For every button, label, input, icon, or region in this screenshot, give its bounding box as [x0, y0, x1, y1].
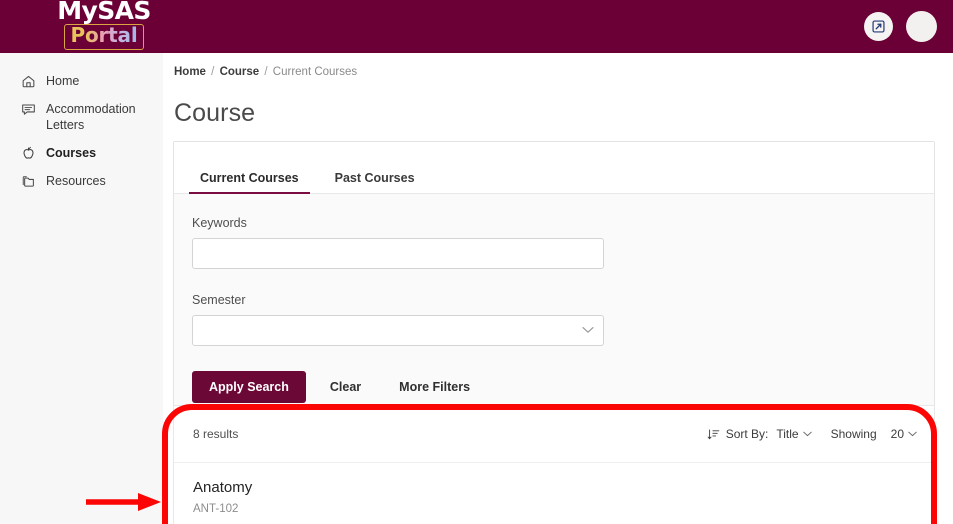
list-item[interactable]: Anatomy ANT-102 — [174, 463, 934, 515]
logo-portal-box: Portal — [63, 23, 145, 50]
results-count: 8 results — [193, 427, 239, 441]
folder-icon — [22, 176, 34, 187]
main-content: Home / Course / Current Courses Course C… — [163, 53, 953, 524]
tab-current-courses[interactable]: Current Courses — [189, 171, 310, 194]
sidebar-nav: Home Accommodation Letters Courses Resou… — [0, 53, 163, 524]
letter-icon — [22, 104, 35, 115]
sidebar-item-resources[interactable]: Resources — [0, 167, 163, 195]
course-code: ANT-102 — [193, 503, 239, 515]
breadcrumb-separator: / — [211, 66, 215, 78]
clear-button[interactable]: Clear — [316, 371, 375, 403]
sort-descending-icon[interactable] — [707, 428, 720, 441]
home-icon — [22, 75, 35, 88]
keywords-label: Keywords — [192, 216, 247, 230]
avatar[interactable] — [906, 11, 937, 42]
chevron-down-icon — [802, 431, 812, 437]
apple-icon — [23, 146, 34, 159]
tab-past-courses[interactable]: Past Courses — [324, 171, 426, 193]
sidebar-item-label: Accommodation Letters — [46, 102, 136, 132]
external-link-button[interactable] — [864, 12, 893, 41]
breadcrumb-separator: / — [264, 66, 268, 78]
field-spacer — [192, 269, 916, 293]
tab-bar: Current Courses Past Courses — [174, 142, 934, 194]
showing-count-value: 20 — [890, 427, 904, 441]
course-title[interactable]: Anatomy — [193, 478, 915, 498]
breadcrumb: Home / Course / Current Courses — [174, 66, 357, 78]
sidebar-item-home[interactable]: Home — [0, 67, 163, 95]
top-header-bar: MySAS Portal — [0, 0, 953, 53]
page-title: Course — [174, 99, 256, 127]
semester-label: Semester — [192, 293, 246, 307]
header-actions — [864, 11, 937, 42]
showing-label: Showing — [830, 427, 877, 441]
breadcrumb-item-course[interactable]: Course — [220, 66, 260, 78]
sidebar-item-label: Resources — [46, 174, 106, 188]
semester-select-wrap — [192, 315, 604, 346]
semester-select[interactable] — [192, 315, 604, 346]
mysas-portal-logo[interactable]: MySAS Portal — [50, 0, 158, 50]
sidebar-item-label: Home — [46, 74, 80, 88]
showing-count-dropdown[interactable]: 20 — [891, 427, 917, 441]
sort-by-label: Sort By: — [725, 427, 769, 441]
sidebar-item-accommodation-letters[interactable]: Accommodation Letters — [0, 95, 163, 139]
results-controls: Sort By: Title Showing 20 — [707, 427, 917, 441]
sidebar-item-label: Courses — [46, 146, 97, 160]
chevron-down-icon — [908, 431, 917, 437]
filters-panel: Keywords Semester Apply Search Clear Mor… — [174, 194, 934, 422]
sidebar-item-courses[interactable]: Courses — [0, 139, 163, 167]
more-filters-button[interactable]: More Filters — [385, 371, 484, 403]
results-card: 8 results Sort By: Title Showing 20 Anat… — [173, 405, 935, 524]
apply-search-button[interactable]: Apply Search — [192, 371, 306, 403]
breadcrumb-item-current: Current Courses — [272, 66, 358, 78]
breadcrumb-item-home[interactable]: Home — [174, 66, 206, 78]
sort-by-dropdown[interactable]: Title — [776, 427, 812, 441]
course-filter-card: Current Courses Past Courses Keywords Se… — [173, 141, 935, 423]
sort-by-value: Title — [776, 427, 799, 441]
results-header: 8 results Sort By: Title Showing 20 — [174, 406, 934, 463]
logo-text-mysas: MySAS — [57, 0, 151, 25]
logo-text-portal: Portal — [70, 23, 138, 47]
filter-actions: Apply Search Clear More Filters — [192, 371, 916, 403]
external-link-icon — [872, 20, 885, 33]
keywords-input[interactable] — [192, 238, 604, 269]
